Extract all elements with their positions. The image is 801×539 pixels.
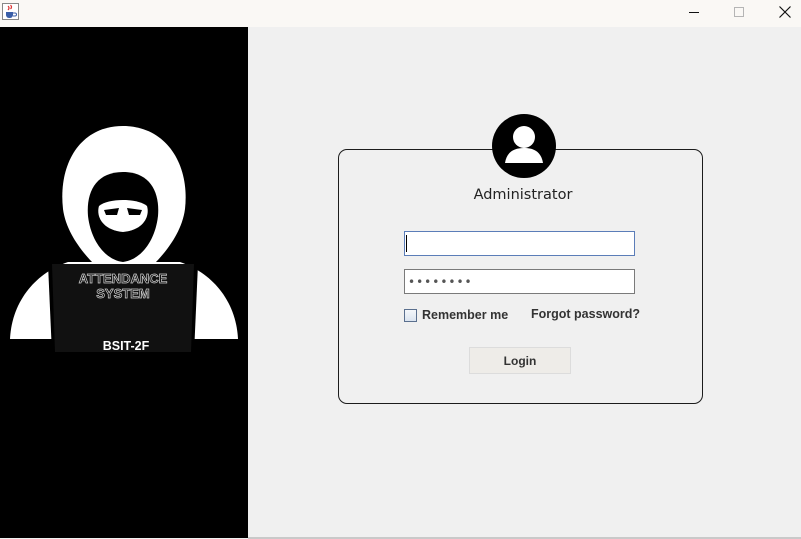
username-input[interactable] <box>404 231 635 256</box>
maximize-button[interactable] <box>716 0 762 24</box>
maximize-icon <box>734 7 744 17</box>
brand-section: BSIT-2F <box>103 339 150 353</box>
text-caret <box>406 235 407 252</box>
hooded-hacker-illustration: ATTENDANCE SYSTEM BSIT-2F <box>10 126 238 354</box>
password-input[interactable] <box>404 269 635 294</box>
close-button[interactable] <box>762 0 801 24</box>
remember-me-label[interactable]: Remember me <box>422 308 508 322</box>
login-button[interactable]: Login <box>469 347 571 374</box>
remember-me-checkbox[interactable] <box>404 308 417 322</box>
user-avatar-icon <box>492 114 556 178</box>
java-cup-icon <box>2 3 19 20</box>
close-icon <box>779 6 791 18</box>
minimize-button[interactable] <box>671 0 717 24</box>
brand-system-line2: SYSTEM <box>96 286 149 301</box>
forgot-password-link[interactable]: Forgot password? <box>531 307 640 321</box>
minimize-icon <box>689 12 699 13</box>
title-bar <box>0 0 801 27</box>
remember-me-option[interactable]: Remember me <box>404 307 508 323</box>
branding-panel: ATTENDANCE SYSTEM BSIT-2F <box>0 27 248 538</box>
brand-system-line1: ATTENDANCE <box>79 271 168 286</box>
role-label: Administrator <box>473 187 573 203</box>
